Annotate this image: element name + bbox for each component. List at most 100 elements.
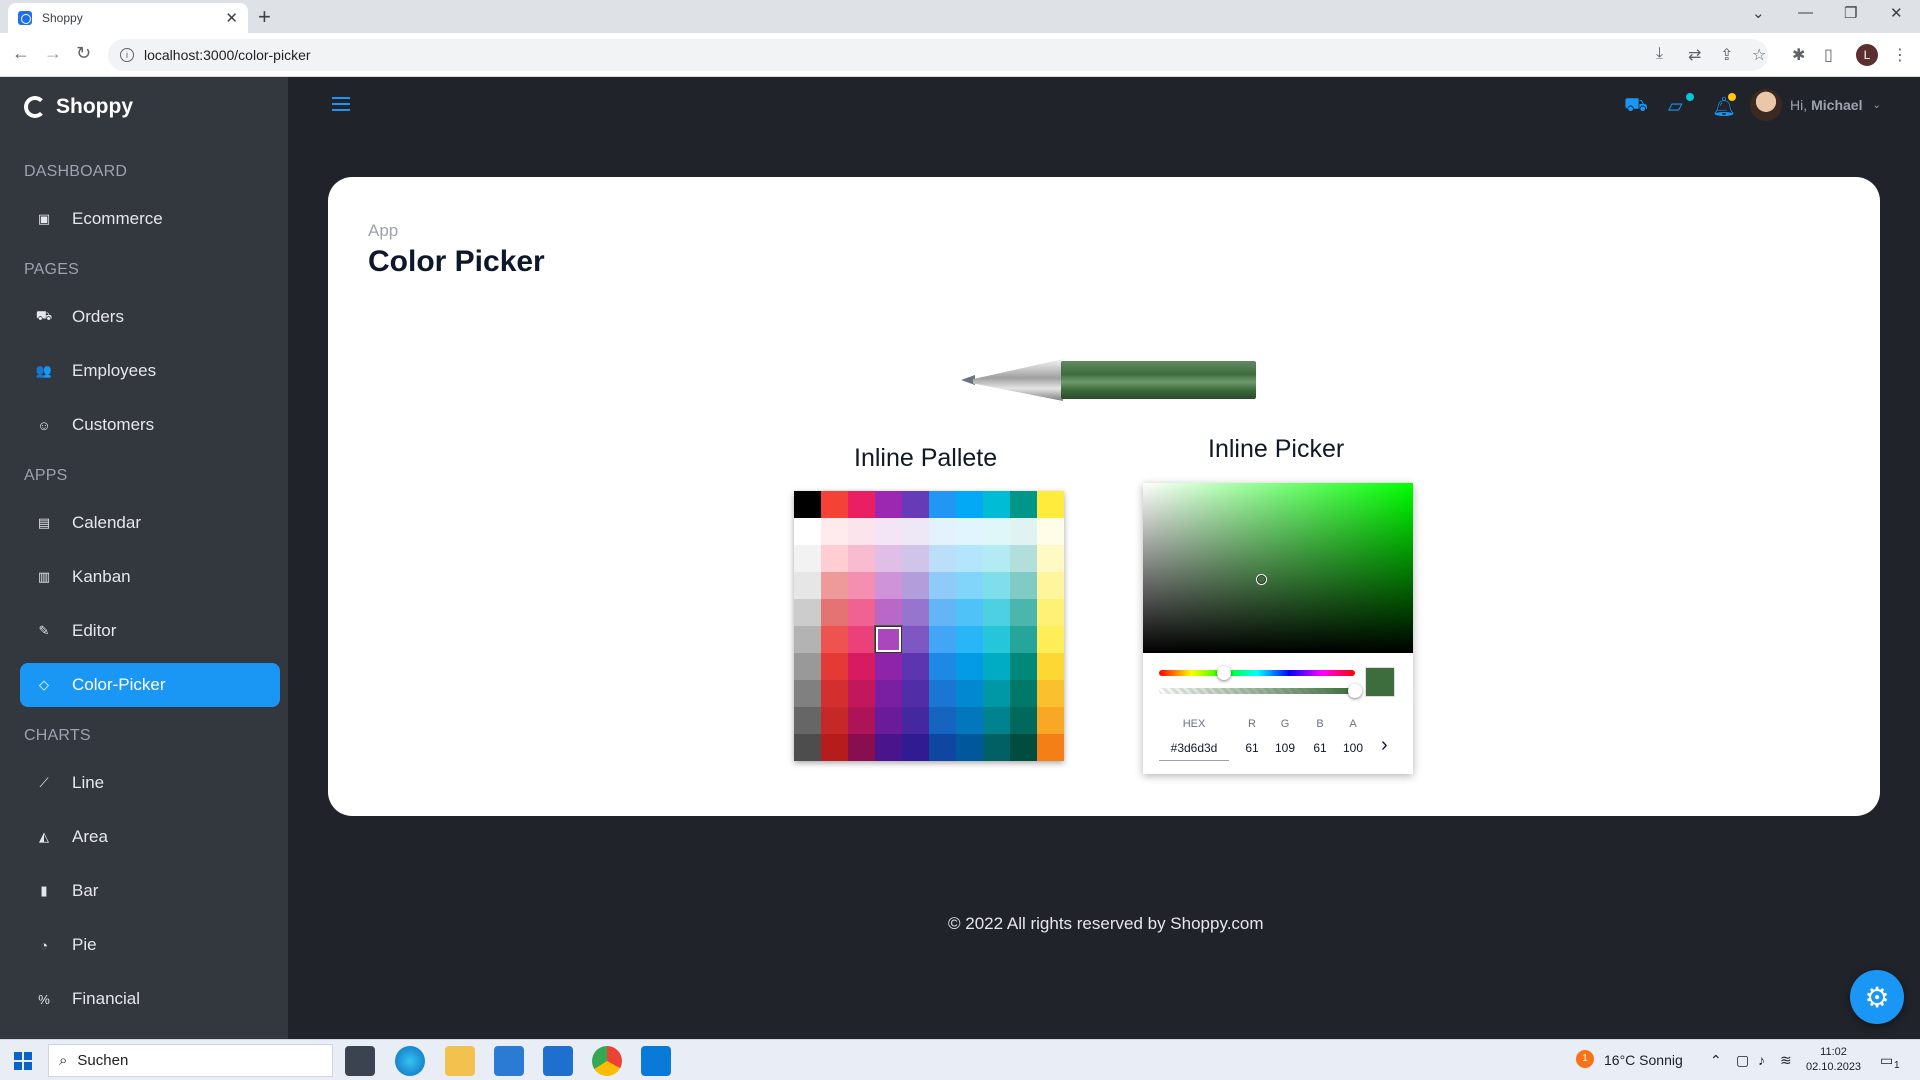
palette-swatch[interactable] <box>956 599 983 626</box>
palette-swatch[interactable] <box>956 518 983 545</box>
palette-swatch[interactable] <box>1037 491 1064 518</box>
sidebar-item-line[interactable]: ⟋ Line <box>20 761 280 805</box>
palette-swatch[interactable] <box>821 680 848 707</box>
file-explorer-icon[interactable] <box>445 1046 475 1076</box>
palette-swatch[interactable] <box>875 680 902 707</box>
color-handle[interactable] <box>1256 574 1266 584</box>
palette-swatch[interactable] <box>1010 491 1037 518</box>
palette-swatch[interactable] <box>821 626 848 653</box>
palette-swatch[interactable] <box>848 491 875 518</box>
palette-swatch[interactable] <box>902 707 929 734</box>
palette-swatch[interactable] <box>902 734 929 761</box>
palette-swatch[interactable] <box>1037 599 1064 626</box>
palette-swatch[interactable] <box>929 626 956 653</box>
palette-swatch[interactable] <box>794 707 821 734</box>
hue-slider[interactable] <box>1159 666 1355 680</box>
palette-swatch[interactable] <box>875 545 902 572</box>
palette-swatch[interactable] <box>956 626 983 653</box>
palette-swatch[interactable] <box>1010 545 1037 572</box>
opacity-slider[interactable] <box>1159 684 1362 698</box>
palette-swatch[interactable] <box>902 545 929 572</box>
opacity-slider-knob[interactable] <box>1348 684 1362 698</box>
windows-start-icon[interactable] <box>14 1052 32 1070</box>
palette-swatch[interactable] <box>929 653 956 680</box>
palette-swatch[interactable] <box>1037 653 1064 680</box>
taskbar-search[interactable]: ⌕ Suchen <box>48 1044 333 1077</box>
palette-swatch[interactable] <box>929 518 956 545</box>
palette-swatch[interactable] <box>902 680 929 707</box>
browser-menu-icon[interactable]: ⋮ <box>1892 45 1908 65</box>
palette-swatch[interactable] <box>983 707 1010 734</box>
palette-swatch[interactable] <box>848 518 875 545</box>
palette-swatch-selected[interactable] <box>875 626 902 653</box>
sidebar-item-kanban[interactable]: ▥ Kanban <box>20 555 280 599</box>
sidebar-item-ecommerce[interactable]: ▣ Ecommerce <box>20 197 280 241</box>
palette-swatch[interactable] <box>956 491 983 518</box>
reload-icon[interactable]: ↻ <box>76 43 91 64</box>
palette-swatch[interactable] <box>929 491 956 518</box>
palette-swatch[interactable] <box>794 653 821 680</box>
palette-swatch[interactable] <box>929 599 956 626</box>
palette-swatch[interactable] <box>956 545 983 572</box>
saturation-value-area[interactable] <box>1143 483 1413 653</box>
palette-swatch[interactable] <box>902 572 929 599</box>
palette-swatch[interactable] <box>1010 626 1037 653</box>
network-icon[interactable]: ≋ <box>1780 1052 1792 1069</box>
sidebar-item-orders[interactable]: ⛟ Orders <box>20 295 280 339</box>
palette-swatch[interactable] <box>929 734 956 761</box>
sidebar-item-financial[interactable]: % Financial <box>20 977 280 1021</box>
microsoft-store-icon[interactable] <box>494 1046 524 1076</box>
notification-center-icon[interactable]: ▭ <box>1880 1052 1893 1069</box>
palette-swatch[interactable] <box>983 626 1010 653</box>
palette-swatch[interactable] <box>1010 680 1037 707</box>
palette-swatch[interactable] <box>929 572 956 599</box>
palette-swatch[interactable] <box>794 680 821 707</box>
palette-swatch[interactable] <box>1010 572 1037 599</box>
palette-swatch[interactable] <box>848 572 875 599</box>
palette-swatch[interactable] <box>929 707 956 734</box>
palette-swatch[interactable] <box>902 491 929 518</box>
hue-slider-knob[interactable] <box>1217 666 1232 680</box>
window-close-icon[interactable]: ✕ <box>1890 4 1903 22</box>
palette-swatch[interactable] <box>983 545 1010 572</box>
extensions-icon[interactable]: ✱ <box>1792 45 1805 65</box>
palette-swatch[interactable] <box>983 599 1010 626</box>
palette-swatch[interactable] <box>848 707 875 734</box>
g-input[interactable]: 109 <box>1271 741 1299 755</box>
palette-swatch[interactable] <box>848 653 875 680</box>
palette-swatch[interactable] <box>875 572 902 599</box>
palette-swatch[interactable] <box>1037 572 1064 599</box>
palette-swatch[interactable] <box>902 626 929 653</box>
user-profile-menu[interactable]: Hi, Michael ⌄ <box>1750 89 1881 121</box>
palette-swatch[interactable] <box>875 653 902 680</box>
back-arrow-icon[interactable]: ← <box>12 43 30 64</box>
palette-swatch[interactable] <box>794 572 821 599</box>
palette-swatch[interactable] <box>956 572 983 599</box>
palette-swatch[interactable] <box>848 599 875 626</box>
profile-avatar[interactable]: L <box>1856 44 1878 66</box>
palette-swatch[interactable] <box>875 707 902 734</box>
sidebar-item-editor[interactable]: ✎ Editor <box>20 609 280 653</box>
site-info-icon[interactable]: i <box>120 48 134 62</box>
sidebar-item-color-picker[interactable]: ◇ Color-Picker <box>20 663 280 707</box>
b-input[interactable]: 61 <box>1307 741 1333 755</box>
sidebar-item-area[interactable]: ◭ Area <box>20 815 280 859</box>
palette-swatch[interactable] <box>794 491 821 518</box>
brand-logo[interactable]: Shoppy <box>24 95 133 119</box>
palette-swatch[interactable] <box>902 653 929 680</box>
palette-swatch[interactable] <box>821 734 848 761</box>
palette-swatch[interactable] <box>1010 518 1037 545</box>
palette-swatch[interactable] <box>983 680 1010 707</box>
sidebar-item-customers[interactable]: ☺ Customers <box>20 403 280 447</box>
palette-swatch[interactable] <box>929 680 956 707</box>
sidebar-item-calendar[interactable]: ▤ Calendar <box>20 501 280 545</box>
palette-swatch[interactable] <box>902 518 929 545</box>
sidebar-item-employees[interactable]: 👥 Employees <box>20 349 280 393</box>
volume-icon[interactable]: ♪ <box>1758 1052 1765 1068</box>
task-view-icon[interactable] <box>345 1046 375 1076</box>
palette-swatch[interactable] <box>794 518 821 545</box>
palette-swatch[interactable] <box>794 734 821 761</box>
browser-tab[interactable]: Shoppy ✕ <box>8 3 248 33</box>
palette-swatch[interactable] <box>956 734 983 761</box>
vscode-icon[interactable] <box>641 1046 671 1076</box>
